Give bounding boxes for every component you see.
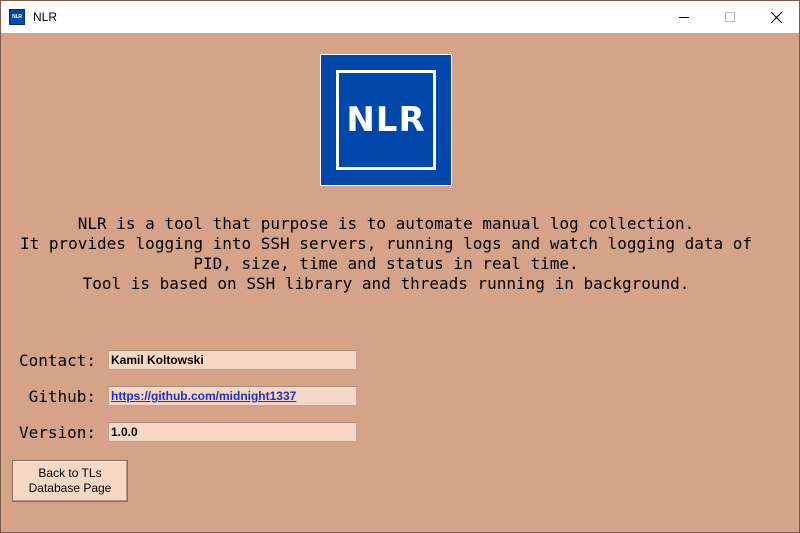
close-icon <box>770 11 782 23</box>
maximize-icon <box>725 12 735 22</box>
back-to-database-button[interactable]: Back to TLs Database Page <box>12 460 128 502</box>
minimize-button[interactable] <box>661 1 707 33</box>
description-line: It provides logging into SSH servers, ru… <box>19 234 753 253</box>
version-label: Version: <box>18 422 96 442</box>
window-controls <box>661 1 799 33</box>
contact-field[interactable]: Kamil Koltowski <box>108 350 357 370</box>
app-icon-text: NLR <box>12 14 22 20</box>
nlr-app-icon: NLR <box>9 9 25 25</box>
window-title: NLR <box>33 10 58 24</box>
github-label: Github: <box>28 386 96 406</box>
tool-description: NLR is a tool that purpose is to automat… <box>2 214 770 294</box>
description-line: PID, size, time and status in real time. <box>193 254 579 273</box>
minimize-icon <box>679 17 689 18</box>
close-button[interactable] <box>753 1 799 33</box>
version-row: Version: 1.0.0 <box>2 421 357 443</box>
contact-label: Contact: <box>18 350 96 370</box>
maximize-button[interactable] <box>707 1 753 33</box>
logo-text: NLR <box>346 100 426 140</box>
description-line: Tool is based on SSH library and threads… <box>82 274 690 293</box>
description-line: NLR is a tool that purpose is to automat… <box>77 214 695 233</box>
github-link[interactable]: https://github.com/midnight1337 <box>108 386 357 406</box>
github-row: Github: https://github.com/midnight1337 <box>2 385 357 407</box>
title-bar[interactable]: NLR NLR <box>1 1 799 33</box>
logo-frame: NLR <box>336 70 436 170</box>
contact-row: Contact: Kamil Koltowski <box>2 349 357 371</box>
app-window: NLR NLR NLR NLR is a tool that purpose i… <box>0 0 800 533</box>
version-field[interactable]: 1.0.0 <box>108 422 357 442</box>
about-panel: NLR NLR is a tool that purpose is to aut… <box>2 34 798 530</box>
nlr-logo: NLR <box>320 54 452 186</box>
